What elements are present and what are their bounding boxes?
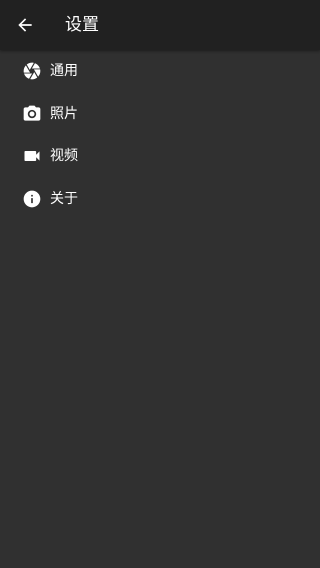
settings-screen: 设置 通用 照片 视频 关于 [0,0,320,568]
settings-item-label: 视频 [50,148,78,165]
settings-item-label: 关于 [50,190,78,207]
settings-list: 通用 照片 视频 关于 [0,50,320,220]
arrow-back-icon [15,15,35,35]
back-button[interactable] [0,0,50,50]
page-title: 设置 [65,15,99,35]
settings-item-label: 照片 [50,105,78,122]
settings-item-photo[interactable]: 照片 [0,93,320,136]
camera-icon [22,104,42,124]
settings-item-about[interactable]: 关于 [0,178,320,221]
settings-item-video[interactable]: 视频 [0,135,320,178]
videocam-icon [22,146,42,166]
info-icon [22,189,42,209]
aperture-icon [22,61,42,81]
settings-item-general[interactable]: 通用 [0,50,320,93]
app-bar: 设置 [0,0,320,50]
settings-item-label: 通用 [50,63,78,80]
